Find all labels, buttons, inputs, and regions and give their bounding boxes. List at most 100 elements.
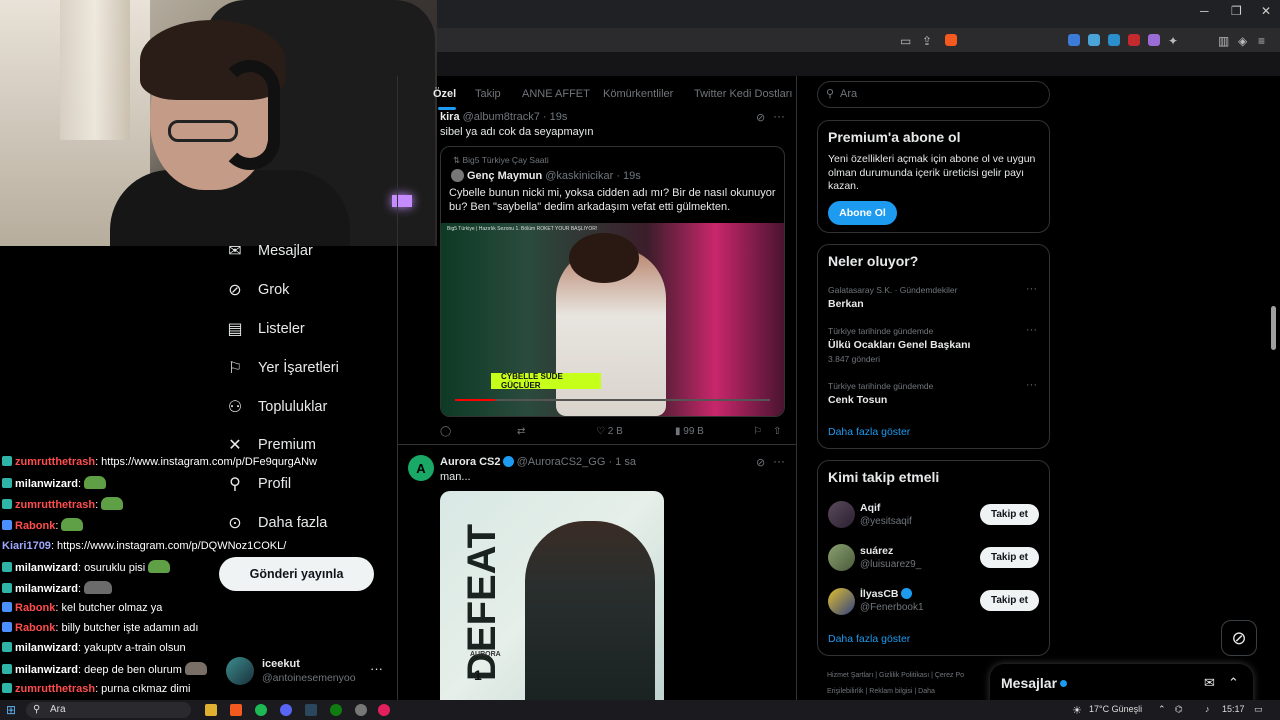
nav-messages[interactable]: ✉ Mesajlar [226, 236, 313, 266]
search-input[interactable]: ⚲ Ara [817, 81, 1050, 108]
account-switcher[interactable]: iceekut @antoinesemenyoo ··· [226, 655, 396, 687]
brave-shield-icon[interactable] [945, 34, 957, 46]
tab-ozel[interactable]: Özel [433, 88, 456, 100]
minimize-icon[interactable]: ─ [1200, 4, 1209, 18]
taskbar-search[interactable]: ⚲ Ara [26, 702, 191, 718]
notification-icon[interactable]: ▭ [1254, 704, 1263, 715]
avatar[interactable] [828, 588, 855, 615]
brave-icon[interactable] [230, 704, 242, 716]
vpn-icon[interactable]: ◈ [1238, 34, 1247, 48]
badge-icon [2, 456, 12, 466]
post-button[interactable]: Gönderi yayınla [219, 557, 374, 591]
follow-button[interactable]: Takip et [980, 590, 1039, 611]
bookmark-icon[interactable]: ⚐ [753, 426, 762, 437]
clock[interactable]: 15:17 [1222, 704, 1245, 714]
like-button[interactable]: ♡ 2 B [596, 426, 623, 437]
more-icon[interactable]: ··· [1026, 283, 1037, 295]
grok-button[interactable]: ⊘ [1221, 620, 1257, 656]
scrollbar[interactable] [1271, 306, 1276, 350]
grok-icon[interactable]: ⊘ [756, 111, 765, 124]
grok-icon: ⊘ [1231, 627, 1247, 648]
close-window-icon[interactable]: ✕ [1261, 4, 1271, 18]
cat-emote-icon [84, 581, 113, 594]
avatar[interactable] [828, 501, 855, 528]
retweet-icon[interactable]: ⇄ [517, 426, 525, 437]
windows-start-icon[interactable]: ⊞ [6, 703, 16, 717]
extension-icon[interactable] [1088, 34, 1100, 46]
footer-links[interactable]: Hizmet Şartları | Gizlilik Politikası | … [827, 672, 964, 679]
share-icon[interactable]: ⇪ [922, 34, 932, 48]
divider [398, 444, 796, 445]
extension-icon[interactable] [1128, 34, 1140, 46]
tab-anne-affet[interactable]: ANNE AFFET [522, 88, 590, 100]
extension-icon[interactable] [1148, 34, 1160, 46]
trend-item[interactable]: Ülkü Ocakları Genel Başkanı [828, 339, 970, 351]
tweet-author[interactable]: kira @album8track7 · 19s [440, 111, 567, 123]
more-icon[interactable]: ··· [370, 661, 383, 676]
menu-icon[interactable]: ≡ [1258, 34, 1265, 48]
nav-grok[interactable]: ⊘ Grok [226, 275, 289, 305]
app-icon[interactable] [355, 704, 367, 716]
views-button[interactable]: ▮ 99 B [675, 426, 704, 437]
video-progress[interactable] [455, 399, 770, 401]
show-more-link[interactable]: Daha fazla göster [828, 426, 910, 438]
cast-icon[interactable]: ▭ [900, 34, 911, 48]
more-icon[interactable]: ··· [773, 454, 785, 468]
emote-icon [184, 662, 207, 675]
tab-twitter-kedi-dostlari[interactable]: Twitter Kedi Dostları [694, 88, 792, 100]
tab-komurkentliler[interactable]: Kömürkentliler [603, 88, 673, 100]
divider [397, 76, 398, 700]
grok-icon[interactable]: ⊘ [756, 456, 765, 469]
subscribe-button[interactable]: Abone Ol [828, 201, 897, 225]
share-icon[interactable]: ⇧ [773, 426, 781, 437]
unread-dot [1060, 680, 1067, 687]
discord-icon[interactable] [280, 704, 292, 716]
show-more-link[interactable]: Daha fazla göster [828, 633, 910, 645]
tray-chevron-icon[interactable]: ⌃ [1158, 704, 1166, 715]
more-icon[interactable]: ··· [1026, 379, 1037, 391]
restore-icon[interactable]: ❐ [1231, 4, 1242, 18]
chat-line: Rabonk: [2, 518, 84, 532]
browser-titlebar: ─ ❐ ✕ [437, 0, 1280, 28]
avatar[interactable]: A [408, 455, 434, 481]
more-icon[interactable]: ··· [1026, 324, 1037, 336]
nav-lists[interactable]: ▤ Listeler [226, 314, 304, 344]
extension-icon[interactable] [1068, 34, 1080, 46]
xbox-icon[interactable] [330, 704, 342, 716]
nav-profile[interactable]: ⚲ Profil [226, 469, 291, 499]
steam-icon[interactable] [305, 704, 317, 716]
tab-takip[interactable]: Takip [475, 88, 501, 100]
expand-icon[interactable]: ⌃ [1228, 675, 1239, 691]
weather-icon[interactable]: ☀ [1072, 704, 1082, 717]
follow-button[interactable]: Takip et [980, 547, 1039, 568]
extension-icon[interactable] [1108, 34, 1120, 46]
video-player[interactable]: Big5 Türkiye | Hazırlık Sezonu 1. Bölüm … [441, 223, 784, 416]
spotify-icon[interactable] [255, 704, 267, 716]
sidebar-toggle-icon[interactable]: ▥ [1218, 34, 1229, 48]
nav-bookmarks[interactable]: ⚐ Yer İşaretleri [226, 353, 339, 383]
app-icon[interactable] [378, 704, 390, 716]
volume-icon[interactable]: ♪ [1205, 704, 1210, 714]
divider [796, 76, 797, 700]
quoted-tweet[interactable]: ⇅ Big5 Türkiye Çay Saati Genç Maymun @ka… [440, 146, 785, 417]
footer-links[interactable]: Erişilebilirlik | Reklam bilgisi | Daha [827, 688, 935, 695]
follow-suggestion-name[interactable]: İlyasCB [860, 588, 912, 600]
more-icon[interactable]: ··· [773, 109, 785, 123]
puzzle-icon[interactable]: ✦ [1168, 34, 1178, 48]
trend-item[interactable]: Berkan [828, 298, 864, 310]
grok-icon: ⊘ [228, 282, 242, 299]
avatar[interactable] [828, 544, 855, 571]
weather-text[interactable]: 17°C Güneşli [1089, 704, 1142, 714]
messages-drawer[interactable]: Mesajlar ✉ ⌃ [990, 664, 1253, 704]
tweet-author[interactable]: Aurora CS2 @AuroraCS2_GG · 1 sa [440, 456, 636, 468]
file-explorer-icon[interactable] [205, 704, 217, 716]
tweet-image[interactable]: DEFEAT AURORA 1 [440, 491, 664, 700]
follow-button[interactable]: Takip et [980, 504, 1039, 525]
quoted-author: Genç Maymun @kaskinicikar · 19s [451, 169, 641, 182]
nav-communities[interactable]: ⚇ Topluluklar [226, 392, 328, 422]
trend-item[interactable]: Cenk Tosun [828, 394, 887, 406]
new-message-icon[interactable]: ✉ [1204, 675, 1215, 691]
reply-icon[interactable]: ◯ [440, 426, 451, 437]
nav-more[interactable]: ⊙ Daha fazla [226, 508, 327, 538]
network-icon[interactable]: ⌬ [1175, 704, 1183, 715]
